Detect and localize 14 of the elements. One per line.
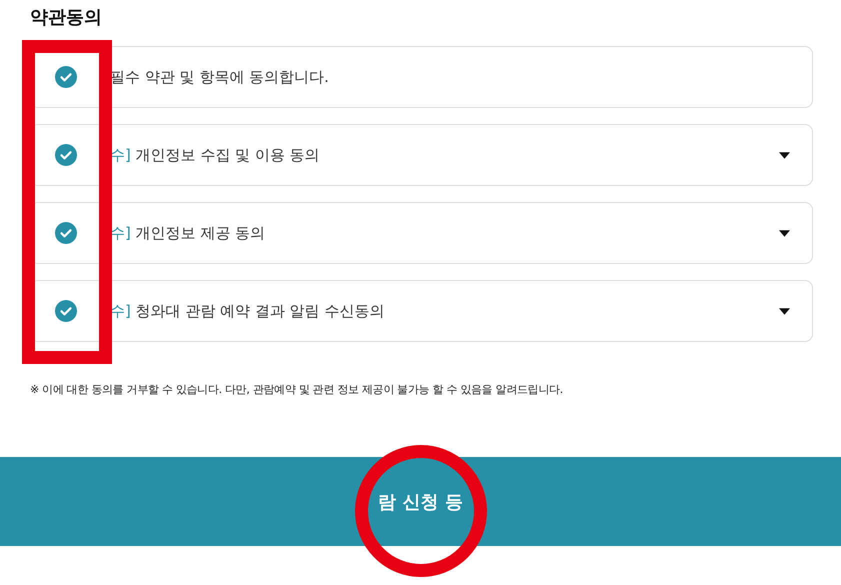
checkbox[interactable] (55, 300, 77, 322)
checkbox[interactable] (55, 222, 77, 244)
agreement-label: 필수 약관 및 항목에 동의합니다. (110, 68, 329, 86)
checkbox[interactable] (55, 66, 77, 88)
agreement-label: 수] 개인정보 수집 및 이용 동의 (110, 146, 320, 164)
caret-icon[interactable] (779, 152, 790, 158)
caret-icon[interactable] (779, 308, 790, 314)
agreement-label: 수] 개인정보 제공 동의 (110, 224, 266, 242)
notice-text: ※ 이에 대한 동의를 거부할 수 있습니다. 다만, 관람예약 및 관련 정보 제공이 불가능 할 수 있음을 알려드립니다. (30, 382, 564, 397)
caret-icon[interactable] (779, 230, 790, 236)
submit-button[interactable]: 람 신청 등 (0, 457, 841, 546)
agreement-label: 수] 청와대 관람 예약 결과 알림 수신동의 (110, 302, 384, 320)
checkbox[interactable] (55, 144, 77, 166)
section-title: 약관동의 (30, 6, 103, 30)
